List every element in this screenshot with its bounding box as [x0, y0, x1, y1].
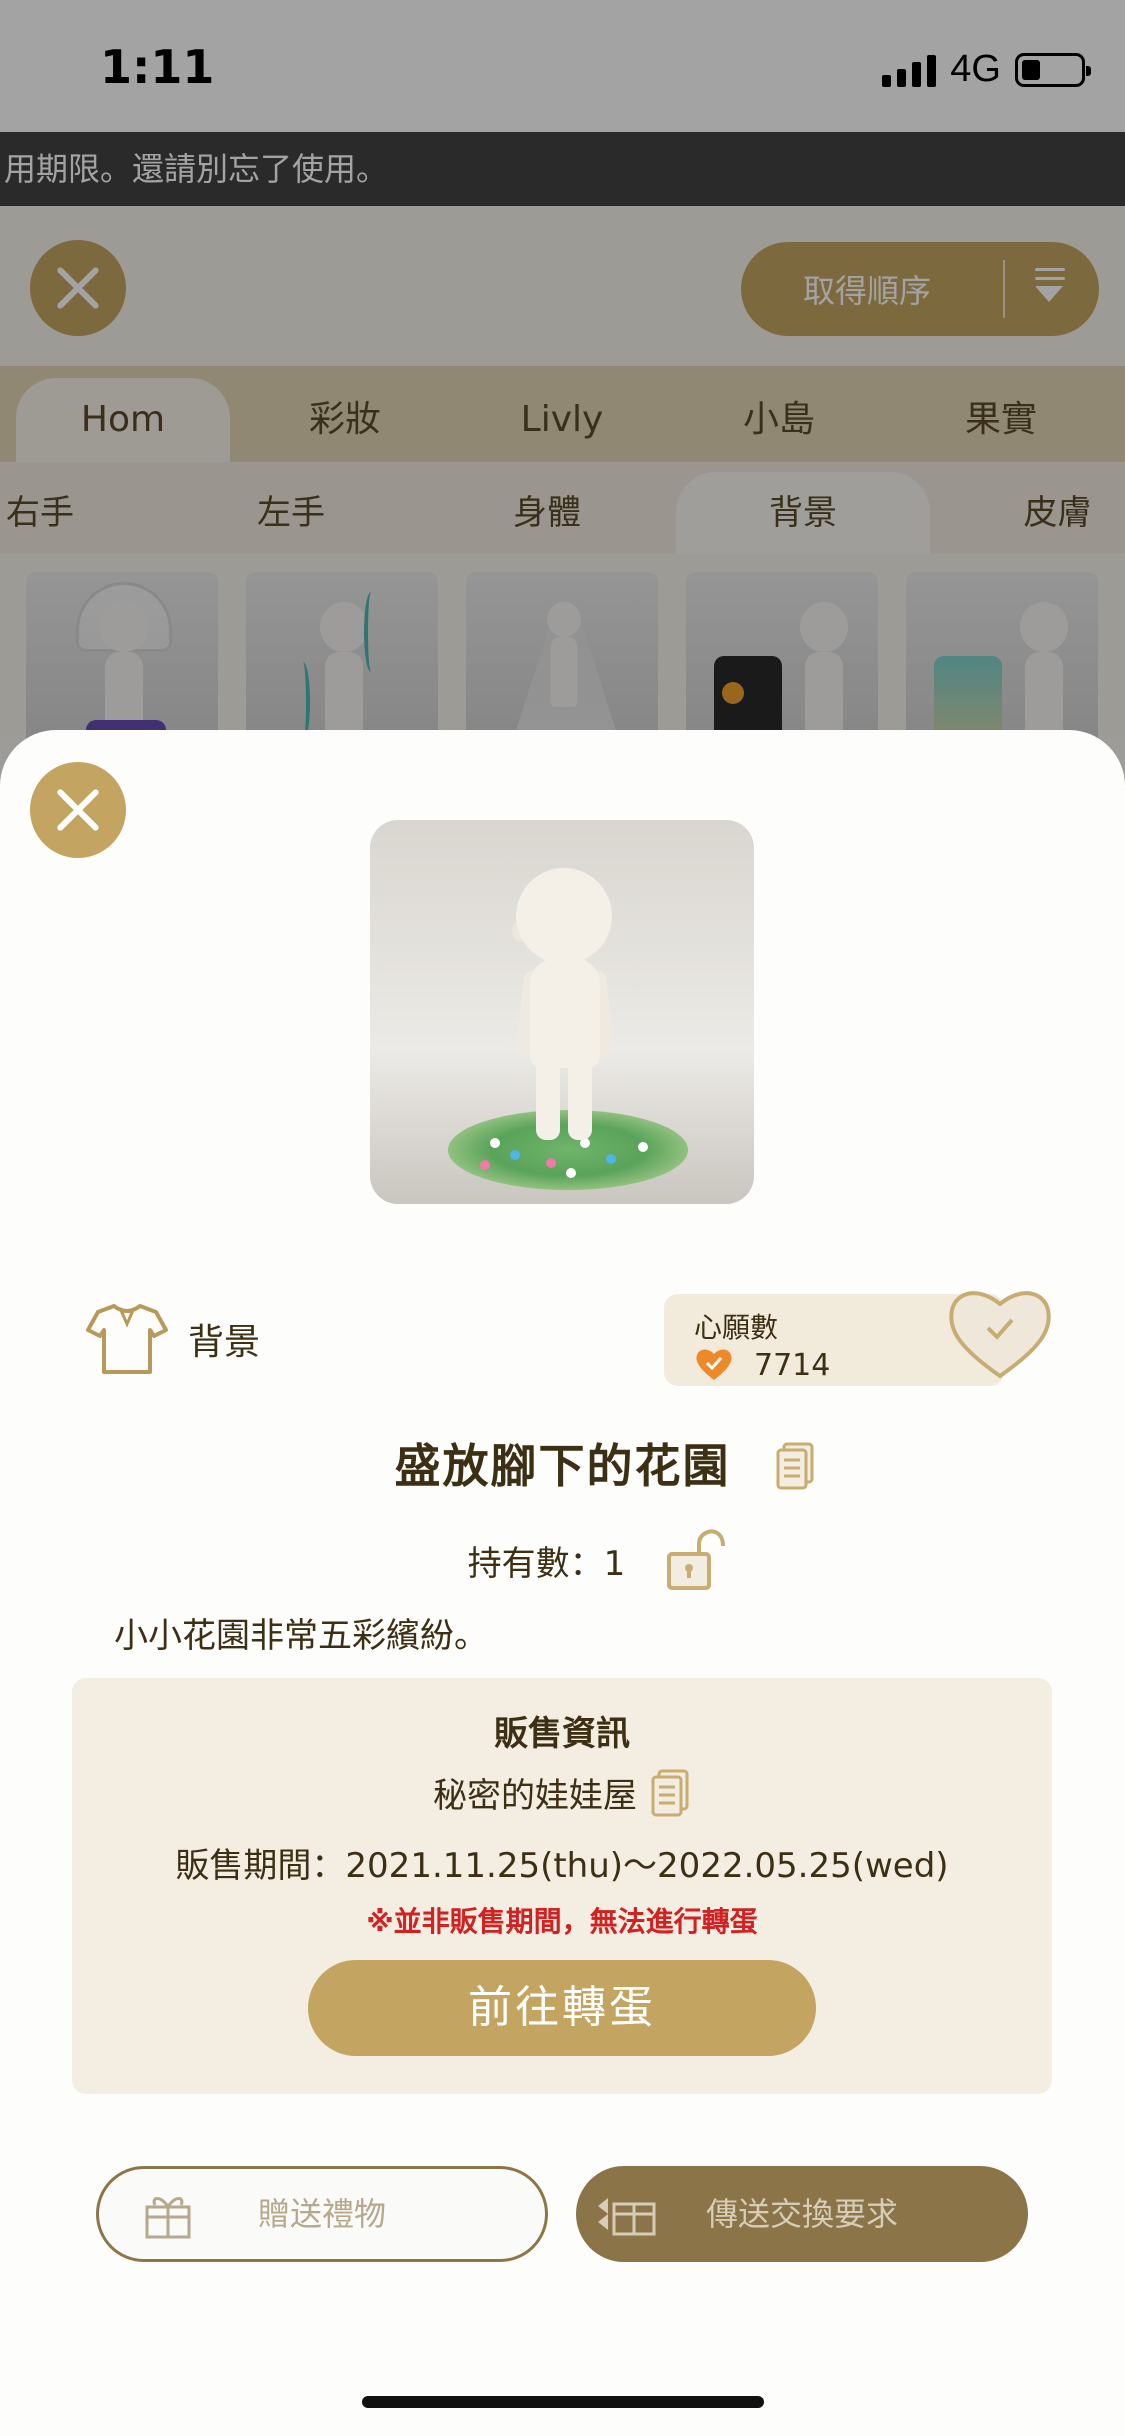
owned-count: 持有數：1 [467, 1543, 626, 1584]
unlock-icon[interactable] [665, 1528, 727, 1592]
sale-warning: ※並非販售期間，無法進行轉蛋 [366, 1905, 758, 1938]
document-icon[interactable] [776, 1442, 816, 1490]
wishlist-heart-button[interactable] [944, 1282, 1056, 1382]
heart-check-icon [696, 1349, 732, 1380]
send-trade-request-button[interactable]: 傳送交換要求 [576, 2166, 1028, 2262]
send-gift-button[interactable]: 贈送禮物 [96, 2166, 548, 2262]
wish-widget: 心願數 7714 [664, 1291, 1051, 1386]
wish-count: 7714 [754, 1348, 831, 1383]
shirt-icon [86, 1304, 168, 1374]
category-label: 背景 [188, 1322, 261, 1363]
item-title: 盛放腳下的花園 [394, 1439, 731, 1493]
sale-title: 販售資訊 [494, 1714, 630, 1754]
item-preview-image [370, 820, 754, 1204]
trade-gift-icon [598, 2198, 656, 2236]
sale-info-panel: 販售資訊 秘密的娃娃屋 販售期間：2021.11.25(thu)～2022.05… [72, 1678, 1052, 2094]
owned-row: 持有數：1 [0, 1528, 1125, 1592]
home-indicator [362, 2396, 764, 2408]
gift-icon [145, 2197, 191, 2239]
document-icon[interactable] [651, 1769, 691, 1817]
sale-shop-row: 秘密的娃娃屋 [72, 1768, 1052, 1817]
send-trade-label: 傳送交換要求 [705, 2195, 898, 2233]
item-detail-sheet: 背景 心願數 7714 盛放腳下的花園 持有數：1 小小花園非常五彩繽紛。 販售… [0, 730, 1125, 2436]
item-description: 小小花園非常五彩繽紛。 [114, 1616, 488, 1656]
item-category: 背景 [84, 1302, 260, 1376]
close-button[interactable] [30, 762, 126, 858]
sale-shop-name: 秘密的娃娃屋 [433, 1776, 637, 1816]
wish-label: 心願數 [694, 1311, 779, 1344]
send-gift-label: 贈送禮物 [257, 2195, 386, 2233]
sale-period: 販售期間：2021.11.25(thu)～2022.05.25(wed) [175, 1846, 949, 1886]
go-to-gacha-button[interactable]: 前往轉蛋 [308, 1960, 816, 2056]
